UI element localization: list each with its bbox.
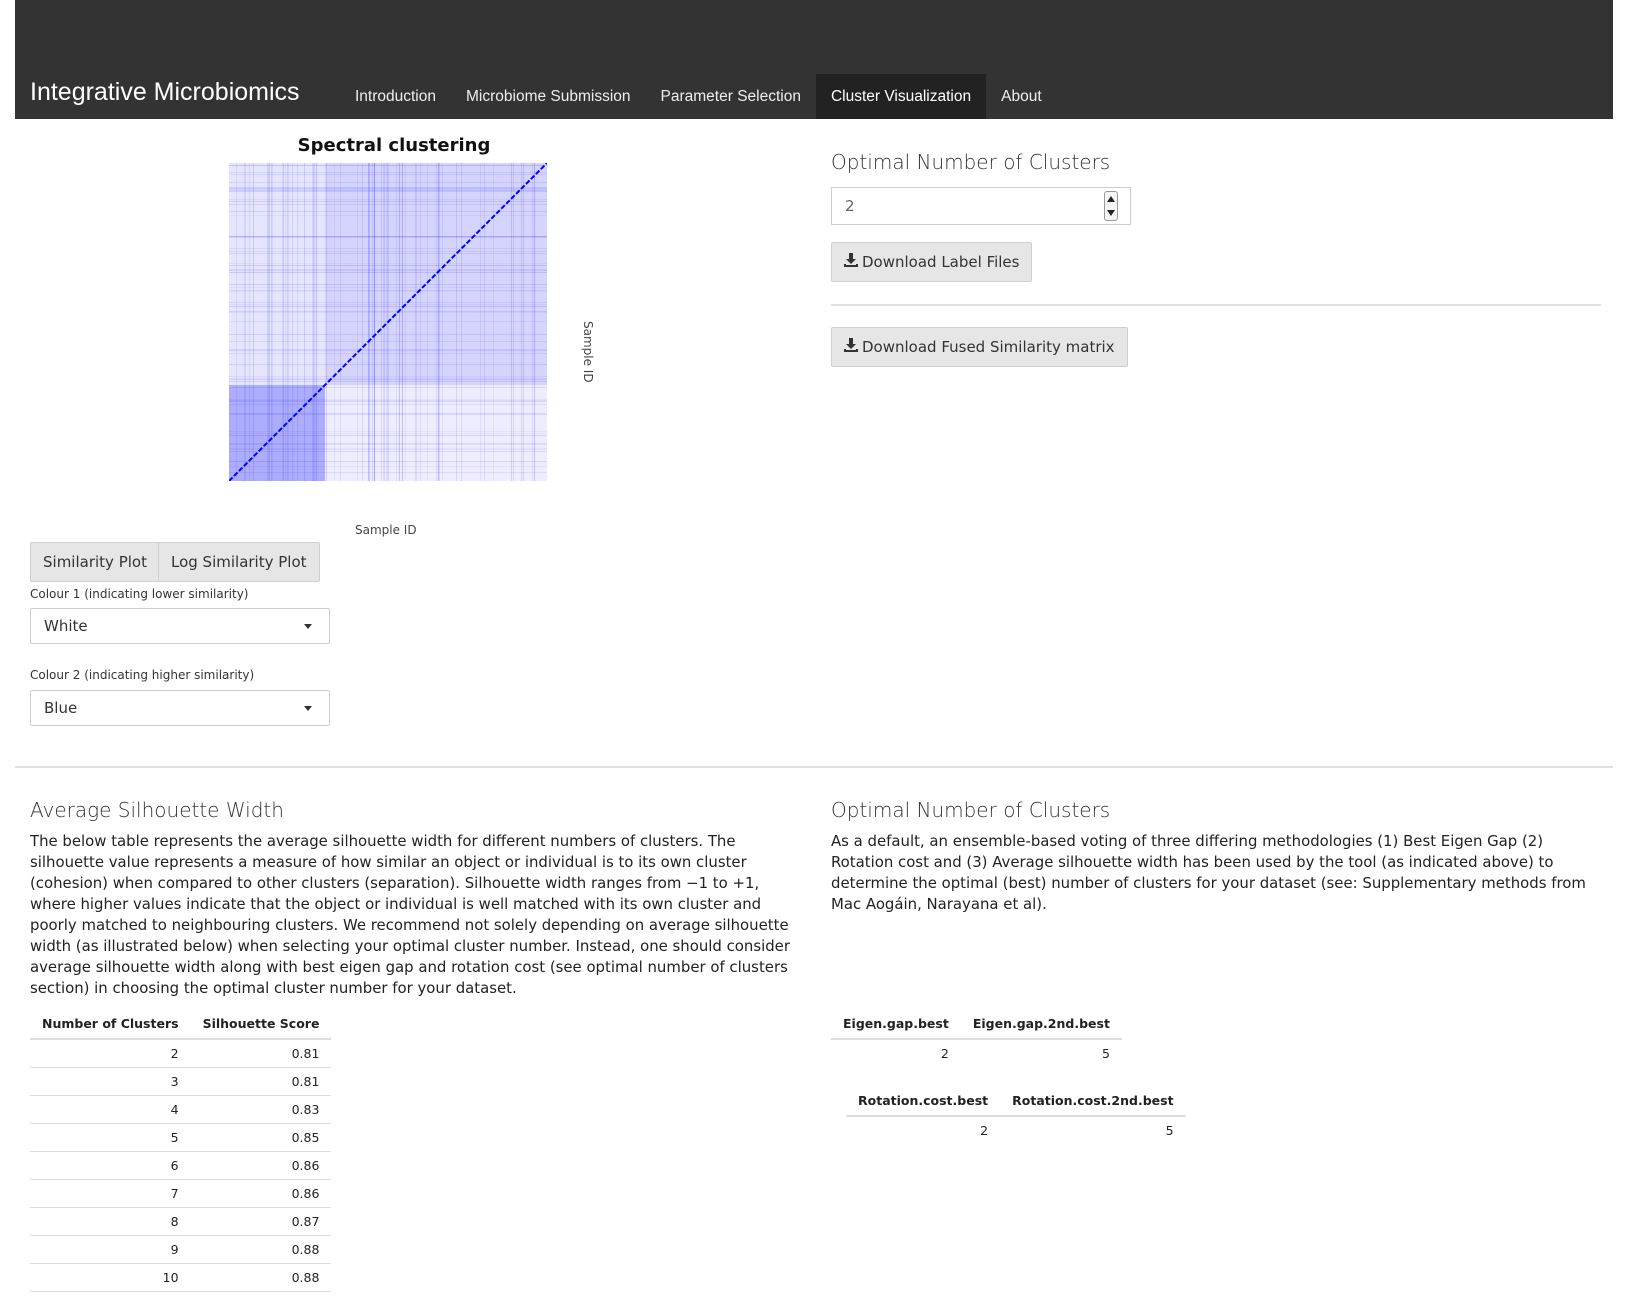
table-cell: 0.85 [190,1123,332,1152]
cluster-number-value: 2 [845,197,855,215]
tab-introduction[interactable]: Introduction [340,74,451,119]
number-spinner[interactable] [1104,191,1118,221]
tab-about[interactable]: About [986,74,1057,119]
table-cell: 0.86 [190,1179,332,1208]
column-header: Eigen.gap.2nd.best [960,1008,1122,1040]
plot-title: Spectral clustering [297,135,491,156]
table-cell: 7 [30,1179,191,1208]
navbar: Integrative Microbiomics Introduction Mi… [15,0,1613,119]
spin-down-icon[interactable] [1107,210,1115,216]
column-header: Rotation.cost.best [846,1085,1001,1117]
table-cell: 0.81 [190,1067,332,1096]
download-fused-matrix-text: Download Fused Similarity matrix [862,338,1115,356]
silhouette-title: Average Silhouette Width [30,798,284,822]
table-row: 10 0.88 [30,1263,332,1292]
table-row: 2 0.81 [30,1039,332,1068]
table-cell: 2 [980,1123,989,1138]
section-divider [15,766,1613,768]
download-icon [844,253,858,267]
optimal-info-title: Optimal Number of Clusters [831,798,1111,822]
optimal-clusters-title: Optimal Number of Clusters [831,150,1111,174]
table-cell: 5 [1165,1123,1174,1138]
plot-y-label: Sample ID [581,321,595,383]
table-cell: 0.88 [190,1263,332,1292]
table-cell: 0.83 [190,1095,332,1124]
spin-up-icon[interactable] [1107,196,1115,202]
table-cell: 0.88 [190,1235,332,1264]
chevron-down-icon [304,624,312,629]
colour1-value: White [44,617,88,635]
colour1-label: Colour 1 (indicating lower similarity) [30,587,249,601]
tab-parameter-selection[interactable]: Parameter Selection [646,74,816,119]
colour1-select[interactable]: White [30,608,330,644]
table-row: 2 5 [831,1039,1122,1067]
colour2-label: Colour 2 (indicating higher similarity) [30,668,255,682]
table-row: 6 0.86 [30,1151,332,1180]
table-row: 4 0.83 [30,1095,332,1124]
table-cell: 4 [30,1095,191,1124]
table-cell: 2 [940,1046,949,1061]
table-row: 7 0.86 [30,1179,332,1208]
rotation-cost-table: Rotation.cost.best Rotation.cost.2nd.bes… [846,1085,1186,1144]
table-cell: 0.86 [190,1151,332,1180]
cluster-number-input[interactable]: 2 [831,187,1131,225]
eigen-gap-table: Eigen.gap.best Eigen.gap.2nd.best 2 5 [831,1008,1122,1067]
table-row: 9 0.88 [30,1235,332,1264]
colour2-select[interactable]: Blue [30,690,330,726]
column-header: Eigen.gap.best [831,1008,961,1040]
table-row: 5 0.85 [30,1123,332,1152]
silhouette-table: Number of Clusters Silhouette Score 2 0.8… [30,1008,332,1292]
log-similarity-plot-button[interactable]: Log Similarity Plot [158,542,320,582]
download-fused-matrix-button[interactable]: Download Fused Similarity matrix [831,327,1128,367]
table-cell: 3 [30,1067,191,1096]
table-cell: 5 [30,1123,191,1152]
download-label-files-button[interactable]: Download Label Files [831,242,1033,282]
similarity-heatmap [229,163,547,481]
table-cell: 10 [30,1263,191,1292]
column-header: Silhouette Score [190,1008,332,1040]
colour2-value: Blue [44,699,78,717]
divider [831,304,1601,306]
nav-menu: Introduction Microbiome Submission Param… [340,74,1057,119]
silhouette-description: The below table represents the average s… [30,832,790,997]
plot-x-label: Sample ID [355,523,417,537]
table-cell: 8 [30,1207,191,1236]
similarity-plot: Spectral clustering Sample ID Sample ID [200,128,630,548]
tab-cluster-visualization[interactable]: Cluster Visualization [815,74,987,119]
similarity-plot-button[interactable]: Similarity Plot [30,542,160,582]
table-row: 2 5 [846,1116,1186,1144]
table-row: 8 0.87 [30,1207,332,1236]
table-cell: 6 [30,1151,191,1180]
table-cell: 0.81 [190,1039,332,1068]
brand-title[interactable]: Integrative Microbiomics [30,78,300,107]
optimal-info-description: As a default, an ensemble-based voting o… [831,832,1586,913]
table-cell: 2 [30,1039,191,1068]
table-cell: 0.87 [190,1207,332,1236]
tab-microbiome-submission[interactable]: Microbiome Submission [451,74,646,119]
download-icon [844,338,858,352]
column-header: Rotation.cost.2nd.best [1000,1085,1186,1117]
chevron-down-icon [304,706,312,711]
table-cell: 9 [30,1235,191,1264]
download-label-files-text: Download Label Files [862,253,1020,271]
column-header: Number of Clusters [30,1008,191,1040]
table-row: 3 0.81 [30,1067,332,1096]
table-cell: 5 [1101,1046,1110,1061]
